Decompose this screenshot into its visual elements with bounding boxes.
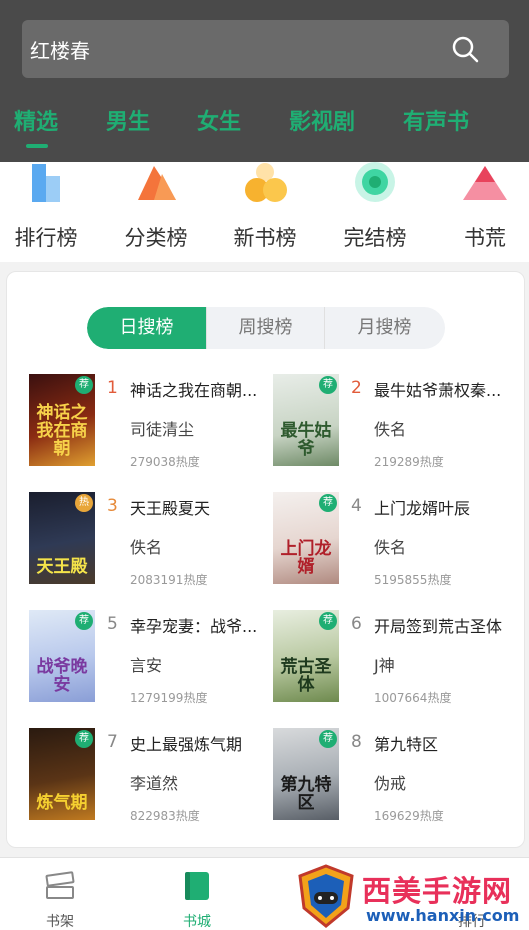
book-author: 李道然 (130, 774, 179, 793)
book-cover: 荐 荒古圣体 (273, 610, 339, 702)
book-heat: 822983热度 (130, 809, 200, 823)
nav-bookshelf[interactable]: 书架 (10, 858, 110, 930)
tab-featured[interactable]: 精选 (14, 104, 58, 136)
finished-icon (355, 162, 395, 202)
watermark-text: 西美手游网 (362, 874, 513, 908)
channel-tabs: 精选 男生 女生 影视剧 有声书 (0, 104, 529, 144)
header: 红楼春 精选 男生 女生 影视剧 有声书 (0, 0, 529, 162)
book-cover: 荐 最牛姑爷 (273, 374, 339, 466)
book-title: 史上最强炼气期 (130, 735, 243, 754)
category-finished[interactable]: 完结榜 (325, 162, 425, 262)
book-item[interactable]: 荐 荒古圣体 6 开局签到荒古圣体 J神 1007664热度 (273, 610, 513, 708)
book-author: J神 (374, 656, 395, 675)
rank-period-switch: 日搜榜 周搜榜 月搜榜 (87, 307, 445, 349)
search-input[interactable]: 红楼春 (30, 35, 90, 64)
category-icon (138, 166, 176, 200)
rank-number: 4 (351, 496, 362, 516)
book-heat: 5195855热度 (374, 573, 452, 587)
book-author: 佚名 (130, 538, 163, 557)
book-heat: 2083191热度 (130, 573, 208, 587)
book-cover: 荐 炼气期 (29, 728, 95, 820)
nav-bookstore[interactable]: 书城 (147, 858, 247, 930)
book-cover: 荐 战爷晚安 (29, 610, 95, 702)
tab-monthly[interactable]: 月搜榜 (325, 307, 444, 349)
rank-number: 6 (351, 614, 362, 634)
tab-daily[interactable]: 日搜榜 (87, 307, 206, 349)
book-title: 幸孕宠妻：战爷... (130, 617, 258, 636)
category-ranking[interactable]: 排行榜 (0, 162, 96, 262)
rank-number: 8 (351, 732, 362, 752)
book-cover: 荐 神话之我在商朝 (29, 374, 95, 466)
book-item[interactable]: 荐 战爷晚安 5 幸孕宠妻：战爷... 言安 1279199热度 (29, 610, 269, 708)
rank-number: 3 (107, 496, 118, 516)
bookstore-icon (185, 872, 209, 900)
book-item[interactable]: 荐 神话之我在商朝 1 神话之我在商朝... 司徒清尘 279038热度 (29, 374, 269, 472)
book-cover: 荐 上门龙婿 (273, 492, 339, 584)
tab-male[interactable]: 男生 (106, 104, 150, 136)
book-title: 神话之我在商朝... (130, 381, 258, 400)
book-cover: 热 天王殿 (29, 492, 95, 584)
book-item[interactable]: 荐 第九特区 8 第九特区 伪戒 169629热度 (273, 728, 513, 826)
tab-indicator (26, 144, 48, 148)
book-heat: 1007664热度 (374, 691, 452, 705)
category-new[interactable]: 新书榜 (215, 162, 315, 262)
book-item[interactable]: 热 天王殿 3 天王殿夏天 佚名 2083191热度 (29, 492, 269, 590)
book-cover: 荐 第九特区 (273, 728, 339, 820)
tab-drama[interactable]: 影视剧 (289, 104, 355, 136)
tab-weekly[interactable]: 周搜榜 (206, 307, 325, 349)
book-title: 开局签到荒古圣体 (374, 617, 503, 636)
tab-female[interactable]: 女生 (197, 104, 241, 136)
book-author: 佚名 (374, 420, 407, 439)
new-book-icon (245, 163, 287, 202)
book-item[interactable]: 荐 上门龙婿 4 上门龙婿叶辰 佚名 5195855热度 (273, 492, 513, 590)
book-author: 伪戒 (374, 774, 407, 793)
book-title: 第九特区 (374, 735, 439, 754)
category-shortage[interactable]: 书荒 (435, 162, 529, 262)
mountain-icon (463, 166, 507, 200)
book-heat: 169629热度 (374, 809, 444, 823)
book-title: 上门龙婿叶辰 (374, 499, 471, 518)
book-heat: 279038热度 (130, 455, 200, 469)
rank-number: 5 (107, 614, 118, 634)
book-author: 司徒清尘 (130, 420, 195, 439)
search-bar[interactable]: 红楼春 (22, 20, 509, 78)
category-classify[interactable]: 分类榜 (106, 162, 206, 262)
bookshelf-icon (45, 871, 75, 899)
watermark-logo: 西美手游网 www.hanxin.com (290, 862, 529, 930)
search-rank-card: 日搜榜 周搜榜 月搜榜 荐 神话之我在商朝 1 神话之我在商朝... 司徒清尘 … (6, 271, 525, 848)
rank-number: 7 (107, 732, 118, 752)
rank-number: 1 (107, 378, 118, 398)
book-title: 天王殿夏天 (130, 499, 211, 518)
book-item[interactable]: 荐 最牛姑爷 2 最牛姑爷萧权秦... 佚名 219289热度 (273, 374, 513, 472)
search-icon[interactable] (451, 35, 479, 63)
book-title: 最牛姑爷萧权秦... (374, 381, 502, 400)
bar-chart-icon (32, 164, 60, 202)
category-row: 排行榜 分类榜 新书榜 完结榜 书荒 (0, 162, 529, 262)
book-heat: 219289热度 (374, 455, 444, 469)
tab-audio[interactable]: 有声书 (403, 104, 469, 136)
book-author: 言安 (130, 656, 163, 675)
rank-number: 2 (351, 378, 362, 398)
book-author: 佚名 (374, 538, 407, 557)
book-item[interactable]: 荐 炼气期 7 史上最强炼气期 李道然 822983热度 (29, 728, 269, 826)
book-heat: 1279199热度 (130, 691, 208, 705)
shield-icon (298, 864, 354, 928)
watermark-url: www.hanxin.com (366, 906, 520, 925)
